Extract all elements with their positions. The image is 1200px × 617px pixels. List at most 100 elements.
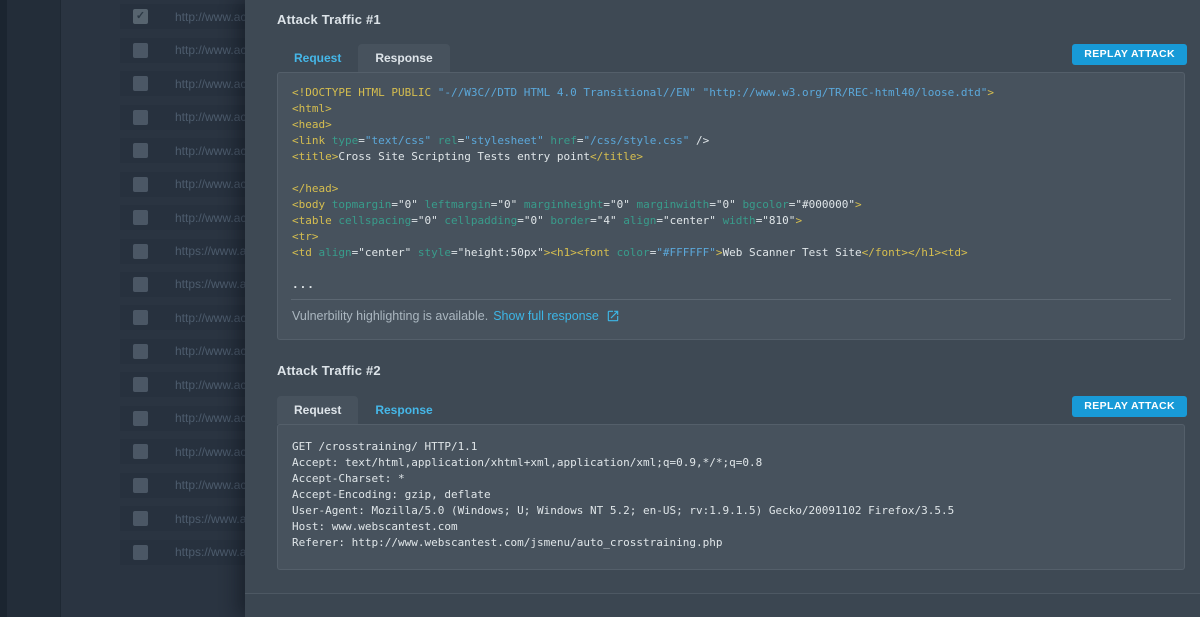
row-checkbox[interactable] — [133, 545, 148, 560]
row-checkbox[interactable] — [133, 377, 148, 392]
url-text[interactable]: https://www.ac — [175, 244, 245, 258]
url-row-band: http://www.acn — [120, 105, 245, 130]
url-row: http://www.acn — [0, 402, 245, 435]
url-row-band: https://www.ac — [120, 506, 245, 531]
row-checkbox[interactable] — [133, 310, 148, 325]
attack-traffic-1-title: Attack Traffic #1 — [277, 12, 381, 27]
url-text[interactable]: https://www.ac — [175, 545, 245, 559]
url-text[interactable]: https://www.ac — [175, 512, 245, 526]
url-text[interactable]: http://www.acn — [175, 177, 245, 191]
row-checkbox[interactable] — [133, 43, 148, 58]
url-row-band: ✓ http://www.acn — [120, 4, 245, 29]
url-row-band: http://www.acn — [120, 339, 245, 364]
request-code: GET /crosstraining/ HTTP/1.1Accept: text… — [278, 425, 1184, 551]
url-text[interactable]: http://www.acn — [175, 311, 245, 325]
url-row: https://www.ac — [0, 502, 245, 535]
replay-attack-button-1[interactable]: REPLAY ATTACK — [1072, 44, 1187, 65]
row-checkbox[interactable] — [133, 177, 148, 192]
url-row: https://www.ac — [0, 536, 245, 569]
row-checkbox[interactable] — [133, 478, 148, 493]
url-row: http://www.acn — [0, 67, 245, 100]
vulnerability-note: Vulnerbility highlighting is available. — [292, 309, 488, 323]
url-row: http://www.acn — [0, 201, 245, 234]
row-checkbox[interactable] — [133, 110, 148, 125]
code-line — [292, 165, 1170, 181]
attack-traffic-2-tabs: Request Response — [277, 396, 450, 424]
url-text[interactable]: http://www.acn — [175, 445, 245, 459]
code-line: ... — [292, 277, 1170, 293]
url-row-band: http://www.acn — [120, 71, 245, 96]
code-line: <!DOCTYPE HTML PUBLIC "-//W3C//DTD HTML … — [292, 85, 1170, 101]
code-line — [292, 261, 1170, 277]
url-text[interactable]: http://www.acn — [175, 43, 245, 57]
tab-request-1[interactable]: Request — [277, 44, 358, 72]
url-row: http://www.acn — [0, 167, 245, 200]
code-line: <table cellspacing="0" cellpadding="0" b… — [292, 213, 1170, 229]
url-text[interactable]: http://www.acn — [175, 144, 245, 158]
url-row-band: https://www.ac — [120, 272, 245, 297]
code-line: Accept-Encoding: gzip, deflate — [292, 487, 1170, 503]
tab-response-1[interactable]: Response — [358, 44, 449, 72]
response-code: <!DOCTYPE HTML PUBLIC "-//W3C//DTD HTML … — [278, 73, 1184, 293]
code-line: <body topmargin="0" leftmargin="0" margi… — [292, 197, 1170, 213]
url-row-band: http://www.acn — [120, 38, 245, 63]
response-footer: Vulnerbility highlighting is available. … — [278, 300, 1184, 332]
row-checkbox[interactable] — [133, 344, 148, 359]
url-row-band: http://www.acn — [120, 205, 245, 230]
tab-response-2[interactable]: Response — [358, 396, 449, 424]
row-checkbox[interactable] — [133, 210, 148, 225]
panel-footer-divider — [245, 593, 1200, 617]
url-row-band: https://www.ac — [120, 239, 245, 264]
url-row: http://www.acn — [0, 33, 245, 66]
url-text[interactable]: http://www.acn — [175, 411, 245, 425]
code-line: Accept: text/html,application/xhtml+xml,… — [292, 455, 1170, 471]
url-text[interactable]: http://www.acn — [175, 77, 245, 91]
code-line: <title>Cross Site Scripting Tests entry … — [292, 149, 1170, 165]
url-row-band: http://www.acn — [120, 473, 245, 498]
url-list: ✓ http://www.acn http://www.acn http://www.… — [0, 0, 245, 569]
url-text[interactable]: https://www.ac — [175, 277, 245, 291]
url-row: http://www.acn — [0, 100, 245, 133]
code-line: GET /crosstraining/ HTTP/1.1 — [292, 439, 1170, 455]
row-checkbox[interactable] — [133, 277, 148, 292]
url-row-band: https://www.ac — [120, 540, 245, 565]
row-checkbox[interactable] — [133, 444, 148, 459]
url-row-band: http://www.acn — [120, 439, 245, 464]
code-line: User-Agent: Mozilla/5.0 (Windows; U; Win… — [292, 503, 1170, 519]
replay-attack-button-2[interactable]: REPLAY ATTACK — [1072, 396, 1187, 417]
attack-traffic-panel: Attack Traffic #1 Request Response REPLA… — [245, 0, 1200, 617]
url-text[interactable]: http://www.acn — [175, 478, 245, 492]
url-text[interactable]: http://www.acn — [175, 211, 245, 225]
url-row: http://www.acn — [0, 368, 245, 401]
code-line: <tr> — [292, 229, 1170, 245]
response-code-box: <!DOCTYPE HTML PUBLIC "-//W3C//DTD HTML … — [277, 72, 1185, 340]
url-row-band: http://www.acn — [120, 138, 245, 163]
row-checkbox[interactable] — [133, 411, 148, 426]
url-row: http://www.acn — [0, 301, 245, 334]
tab-request-2[interactable]: Request — [277, 396, 358, 424]
row-checkbox[interactable] — [133, 244, 148, 259]
url-row: http://www.acn — [0, 134, 245, 167]
url-text[interactable]: http://www.acn — [175, 110, 245, 124]
url-row-band: http://www.acn — [120, 172, 245, 197]
url-text[interactable]: http://www.acn — [175, 344, 245, 358]
code-line: <td align="center" style="height:50px"><… — [292, 245, 1170, 261]
code-line: </head> — [292, 181, 1170, 197]
code-line: Accept-Charset: * — [292, 471, 1170, 487]
code-line: <html> — [292, 101, 1170, 117]
code-line: <link type="text/css" rel="stylesheet" h… — [292, 133, 1170, 149]
row-checkbox[interactable] — [133, 76, 148, 91]
url-row: http://www.acn — [0, 435, 245, 468]
url-row: ✓ http://www.acn — [0, 0, 245, 33]
open-in-new-icon[interactable] — [606, 309, 620, 323]
url-row: https://www.ac — [0, 268, 245, 301]
url-row: http://www.acn — [0, 335, 245, 368]
url-text[interactable]: http://www.acn — [175, 10, 245, 24]
attack-traffic-2-title: Attack Traffic #2 — [277, 363, 381, 378]
url-text[interactable]: http://www.acn — [175, 378, 245, 392]
row-checkbox[interactable] — [133, 511, 148, 526]
request-code-box: GET /crosstraining/ HTTP/1.1Accept: text… — [277, 424, 1185, 570]
show-full-response-link[interactable]: Show full response — [493, 309, 599, 323]
row-checkbox[interactable] — [133, 143, 148, 158]
row-checkbox-checked[interactable]: ✓ — [133, 9, 148, 24]
